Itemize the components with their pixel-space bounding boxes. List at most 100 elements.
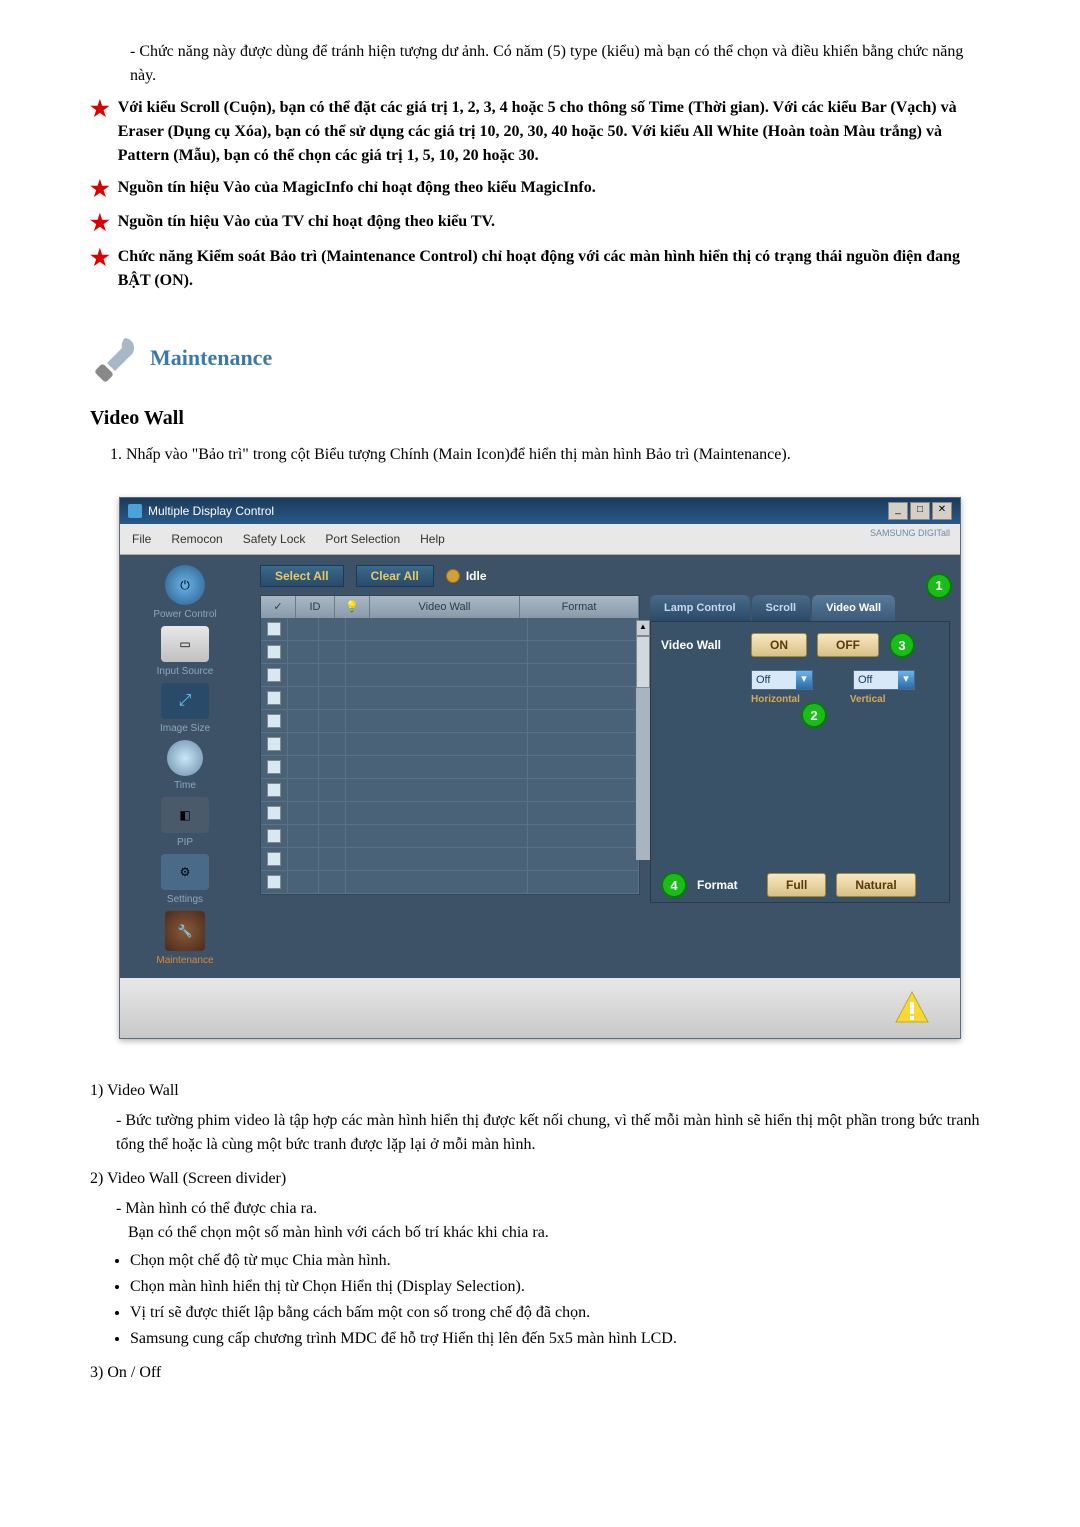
row-checkbox[interactable] [261, 756, 288, 778]
row-lamp [319, 733, 346, 755]
row-videowall [346, 756, 528, 778]
row-id [288, 664, 319, 686]
table-row[interactable] [261, 618, 639, 641]
table-row[interactable] [261, 664, 639, 687]
intro-text: - Chức năng này được dùng để tránh hiện … [130, 40, 990, 88]
sidebar-item-settings[interactable]: ⚙Settings [125, 854, 245, 907]
row-lamp [319, 641, 346, 663]
menu-safetylock[interactable]: Safety Lock [233, 528, 316, 550]
horizontal-label: Horizontal [751, 692, 800, 707]
table-row[interactable] [261, 733, 639, 756]
sidebar-item-label: Maintenance [125, 953, 245, 968]
clear-all-button[interactable]: Clear All [356, 565, 434, 587]
app-icon [128, 504, 142, 518]
row-checkbox[interactable] [261, 871, 288, 893]
scroll-thumb[interactable] [636, 636, 650, 688]
sidebar-item-time[interactable]: Time [125, 740, 245, 793]
tab-lamp-control[interactable]: Lamp Control [650, 595, 750, 622]
row-lamp [319, 664, 346, 686]
row-id [288, 710, 319, 732]
star-icon: ★ [90, 176, 110, 202]
row-checkbox[interactable] [261, 710, 288, 732]
close-button[interactable]: ✕ [932, 502, 952, 520]
table-row[interactable] [261, 710, 639, 733]
sidebar-item-power[interactable]: ⏻Power Control [125, 565, 245, 622]
status-idle: Idle [446, 567, 487, 585]
sidebar-item-label: Power Control [125, 607, 245, 622]
star-icon: ★ [90, 245, 110, 293]
select-all-button[interactable]: Select All [260, 565, 344, 587]
sidebar-item-pip[interactable]: ◧PIP [125, 797, 245, 850]
col-videowall[interactable]: Video Wall [370, 596, 520, 619]
table-row[interactable] [261, 756, 639, 779]
table-row[interactable] [261, 779, 639, 802]
vertical-dropdown[interactable]: Off▾ [853, 670, 915, 690]
table-row[interactable] [261, 802, 639, 825]
sidebar-item-input[interactable]: ▭Input Source [125, 626, 245, 679]
menu-remocon[interactable]: Remocon [161, 528, 232, 550]
row-checkbox[interactable] [261, 802, 288, 824]
on-button[interactable]: ON [751, 633, 807, 657]
col-id[interactable]: ID [296, 596, 335, 619]
row-format [528, 825, 639, 847]
video-wall-heading: Video Wall [90, 403, 990, 433]
row-format [528, 871, 639, 893]
row-id [288, 779, 319, 801]
chevron-down-icon[interactable]: ▾ [796, 671, 812, 689]
menu-portselection[interactable]: Port Selection [315, 528, 410, 550]
horizontal-dropdown[interactable]: Off▾ [751, 670, 813, 690]
table-row[interactable] [261, 848, 639, 871]
menu-help[interactable]: Help [410, 528, 455, 550]
row-checkbox[interactable] [261, 779, 288, 801]
chevron-down-icon[interactable]: ▾ [898, 671, 914, 689]
scroll-up-icon[interactable]: ▲ [636, 620, 650, 636]
row-checkbox[interactable] [261, 641, 288, 663]
col-check[interactable]: ✓ [261, 596, 296, 619]
row-videowall [346, 871, 528, 893]
callout-4: 4 [661, 872, 687, 898]
bullet-2: Vị trí sẽ được thiết lập bằng cách bấm m… [130, 1301, 990, 1325]
natural-button[interactable]: Natural [836, 873, 915, 897]
off-button[interactable]: OFF [817, 633, 879, 657]
row-checkbox[interactable] [261, 618, 288, 640]
row-checkbox[interactable] [261, 825, 288, 847]
row-lamp [319, 687, 346, 709]
row-lamp [319, 779, 346, 801]
minimize-button[interactable]: _ [888, 502, 908, 520]
row-checkbox[interactable] [261, 733, 288, 755]
table-row[interactable] [261, 871, 639, 894]
step-1: 1. Nhấp vào "Bảo trì" trong cột Biểu tượ… [110, 443, 990, 467]
row-id [288, 756, 319, 778]
tab-video-wall[interactable]: Video Wall [812, 595, 895, 622]
callout-3: 3 [889, 632, 915, 658]
row-videowall [346, 710, 528, 732]
scrollbar[interactable]: ▲ [636, 620, 650, 860]
full-button[interactable]: Full [767, 873, 826, 897]
tab-scroll[interactable]: Scroll [752, 595, 811, 622]
alert-icon [894, 990, 930, 1026]
imagesize-icon: ⤢ [161, 683, 209, 719]
row-id [288, 802, 319, 824]
desc-2b-text: Bạn có thể chọn một số màn hình với cách… [128, 1221, 990, 1245]
row-checkbox[interactable] [261, 848, 288, 870]
sidebar-item-maintenance[interactable]: 🔧Maintenance [125, 911, 245, 968]
input-icon: ▭ [161, 626, 209, 662]
bullet-3: Samsung cung cấp chương trình MDC để hỗ … [130, 1327, 990, 1351]
titlebar[interactable]: Multiple Display Control _ □ ✕ [120, 498, 960, 524]
row-videowall [346, 618, 528, 640]
table-row[interactable] [261, 687, 639, 710]
row-id [288, 733, 319, 755]
row-checkbox[interactable] [261, 687, 288, 709]
col-lamp[interactable]: 💡 [335, 596, 370, 619]
menu-file[interactable]: File [122, 528, 161, 550]
sidebar-item-imagesize[interactable]: ⤢Image Size [125, 683, 245, 736]
desc-1-text: - Bức tường phim video là tập hợp các mà… [116, 1109, 990, 1157]
settings-icon: ⚙ [161, 854, 209, 890]
col-format[interactable]: Format [520, 596, 639, 619]
maximize-button[interactable]: □ [910, 502, 930, 520]
bullet-0: Chọn một chế độ từ mục Chia màn hình. [130, 1249, 990, 1273]
table-row[interactable] [261, 641, 639, 664]
row-checkbox[interactable] [261, 664, 288, 686]
table-row[interactable] [261, 825, 639, 848]
row-id [288, 825, 319, 847]
